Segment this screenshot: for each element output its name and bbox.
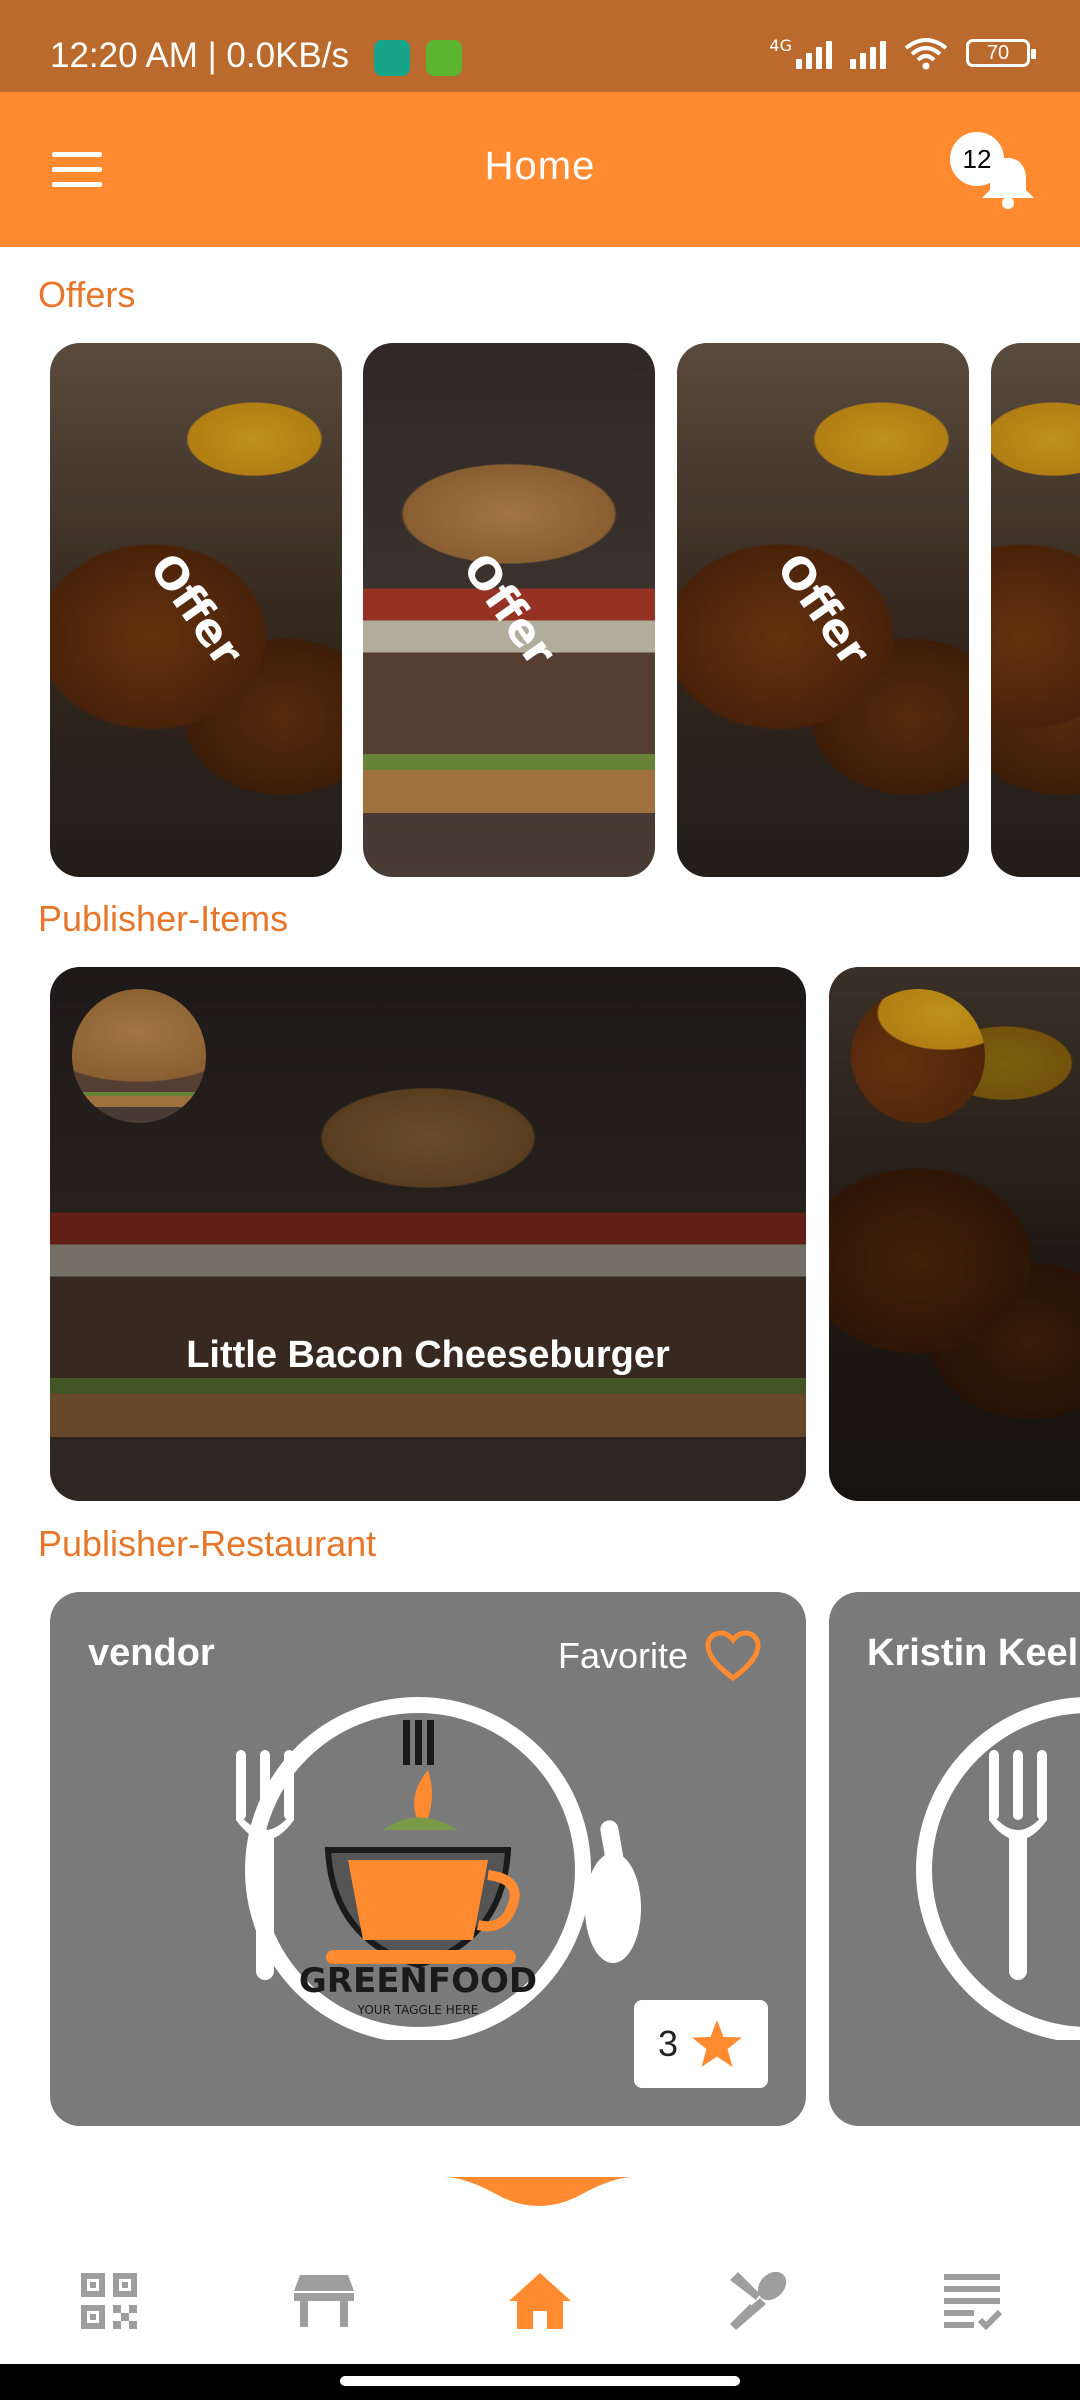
- status-icons: 4G 70: [769, 36, 1036, 70]
- rating-value: 3: [657, 2023, 679, 2064]
- offer-label: Offer: [139, 544, 253, 676]
- signal-icon: [796, 37, 832, 69]
- nav-tables[interactable]: [289, 2266, 359, 2336]
- notification-button[interactable]: 12: [950, 132, 1040, 222]
- nav-qr-code[interactable]: [74, 2266, 144, 2336]
- restaurant-name: vendor: [88, 1632, 215, 1674]
- home-gesture-bar[interactable]: [340, 2376, 740, 2386]
- wifi-icon: [904, 38, 948, 70]
- restaurant-card[interactable]: Kristin Keel: [829, 1592, 1080, 2126]
- section-heading-offers: Offers: [38, 274, 136, 315]
- favorite-button[interactable]: Favorite: [558, 1630, 762, 1682]
- heart-icon: [705, 1630, 761, 1682]
- svg-text:GREENFOOD: GREENFOOD: [299, 1961, 537, 2001]
- network-type: 4G: [769, 36, 792, 55]
- star-icon: [692, 2020, 743, 2067]
- item-thumbnail: [72, 989, 206, 1123]
- nav-menu[interactable]: [722, 2266, 792, 2336]
- restaurant-logo: GREENFOOD YOUR TAGGLE HERE: [236, 1697, 641, 2040]
- nav-home[interactable]: [505, 2266, 575, 2336]
- android-app-icon: [426, 40, 462, 76]
- item-name: Little Bacon Cheeseburger: [186, 1334, 670, 1376]
- page-title: Home: [484, 144, 596, 188]
- restaurant-card[interactable]: vendor Favorite GREENFOOD YOUR TAGGLE HE…: [50, 1592, 806, 2126]
- restaurant-name: Kristin Keel: [867, 1632, 1079, 1674]
- qr-code-icon: [81, 2273, 137, 2329]
- restaurant-logo: [916, 1697, 1080, 2040]
- app-bar: Home 12: [0, 92, 1080, 247]
- expand-handle[interactable]: [444, 2175, 634, 2217]
- notification-badge: 12: [950, 132, 1004, 186]
- offer-card[interactable]: Offer: [677, 343, 969, 877]
- order-list-icon: [944, 2274, 1002, 2331]
- offer-label: Offer: [452, 544, 566, 676]
- status-time: 12:20 AM | 0.0KB/s: [50, 36, 349, 75]
- publisher-item-card[interactable]: Little Bacon Cheeseburger: [50, 967, 806, 1501]
- offer-card[interactable]: [991, 343, 1080, 877]
- bottom-navigation: [0, 2236, 1080, 2364]
- home-icon: [509, 2273, 571, 2329]
- battery-icon: 70: [966, 39, 1036, 67]
- utensils-icon: [730, 2271, 787, 2330]
- status-bar: 12:20 AM | 0.0KB/s 4G 70: [0, 0, 1080, 92]
- section-heading-publisher-restaurant: Publisher-Restaurant: [38, 1523, 377, 1564]
- item-thumbnail: [851, 989, 985, 1123]
- offer-card[interactable]: Offer: [50, 343, 342, 877]
- svg-text:YOUR TAGGLE HERE: YOUR TAGGLE HERE: [357, 2003, 479, 2017]
- system-navigation-bar: [0, 2364, 1080, 2400]
- offer-label: Offer: [766, 544, 880, 676]
- favorite-label: Favorite: [557, 1635, 688, 1676]
- publisher-item-card[interactable]: [829, 967, 1080, 1501]
- table-icon: [294, 2275, 354, 2327]
- signal-icon-2: [850, 37, 886, 69]
- offer-card[interactable]: Offer: [363, 343, 655, 877]
- section-heading-publisher-items: Publisher-Items: [38, 898, 289, 939]
- rating-badge: 3: [634, 2000, 768, 2088]
- chat-app-icon: [374, 40, 410, 76]
- nav-orders[interactable]: [937, 2266, 1007, 2336]
